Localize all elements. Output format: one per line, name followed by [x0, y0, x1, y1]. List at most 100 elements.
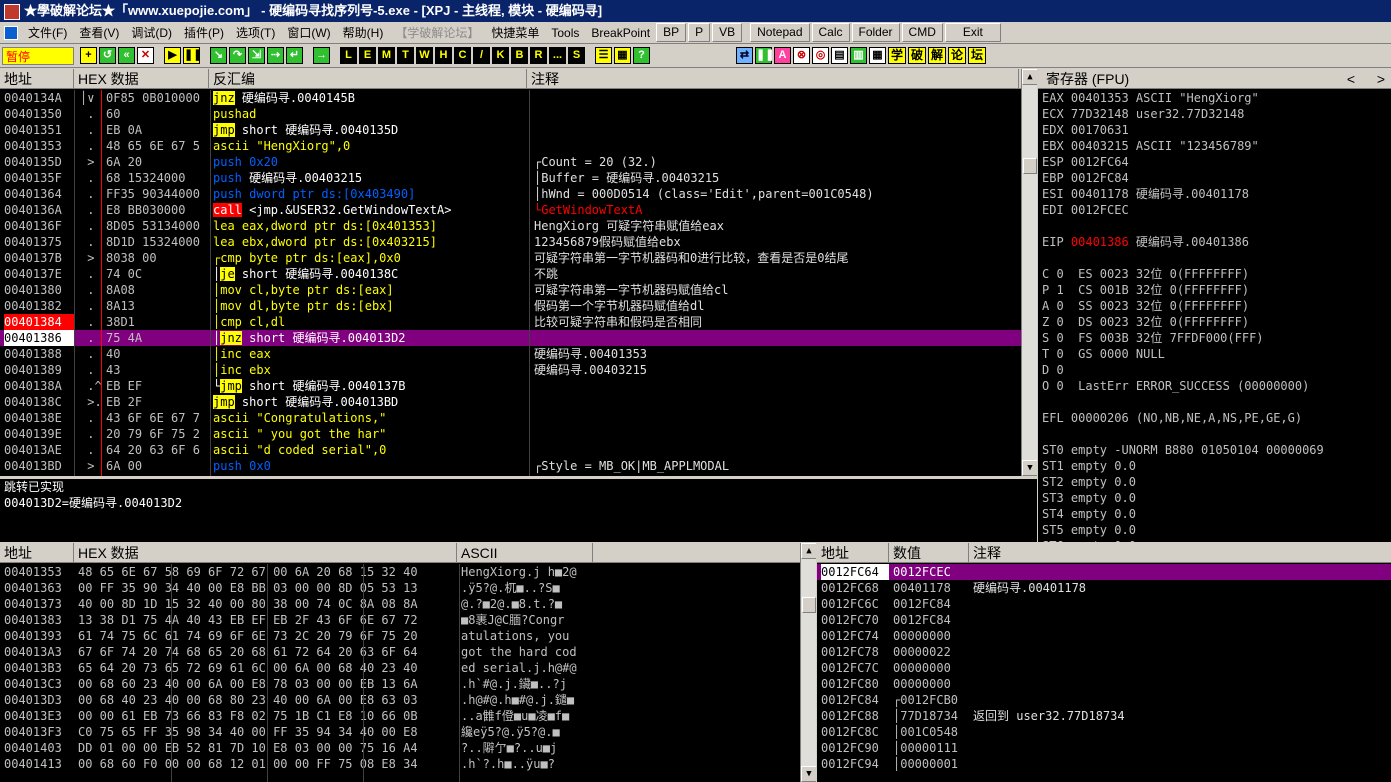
stack-row[interactable]: 0012FC80 00000000 — [817, 676, 1391, 692]
disasm-instruction[interactable]: │jnz short 硬编码寻.004013D2 — [213, 330, 529, 346]
dump-address[interactable]: 004013D3 — [4, 692, 74, 708]
disasm-address[interactable]: 00401351 — [4, 122, 74, 138]
dump-ascii[interactable]: ed serial.j.h@#@ — [461, 660, 597, 676]
disasm-instruction[interactable]: call <jmp.&USER32.GetWindowTextA> — [213, 202, 529, 218]
dump-row[interactable]: 004013D3 00 68 40 23 40 00 68 80 23 40 00… — [0, 692, 800, 708]
disasm-row[interactable]: 00401388 . 40 │inc eax 硬编码寻.00401353 — [0, 346, 1021, 362]
disasm-address[interactable]: 0040138E — [4, 410, 74, 426]
disasm-instruction[interactable]: │je short 硬编码寻.0040138C — [213, 266, 529, 282]
stack-address[interactable]: 0012FC94 — [821, 756, 889, 772]
rewind-icon[interactable]: « — [118, 47, 135, 64]
prev-arrow-icon[interactable]: < — [1343, 69, 1355, 88]
disasm-instruction[interactable]: jmp short 硬编码寻.004013BD — [213, 394, 529, 410]
stack-value[interactable]: │77D18734 — [893, 708, 969, 724]
run-icon[interactable]: ▶ — [164, 47, 181, 64]
stack-address[interactable]: 0012FC90 — [821, 740, 889, 756]
stack-row[interactable]: 0012FC78 00000022 — [817, 644, 1391, 660]
stack-value[interactable]: 0012FC84 — [893, 596, 969, 612]
window-S-button[interactable]: S — [568, 47, 585, 64]
dump-address[interactable]: 004013F3 — [4, 724, 74, 740]
dump-ascii[interactable]: ..a雔f僜■u■凌■f■ — [461, 708, 597, 724]
disasm-address[interactable]: 0040135F — [4, 170, 74, 186]
menu-help[interactable]: 帮助(H) — [337, 23, 390, 43]
disasm-row[interactable]: 00401386 . 75 4A │jnz short 硬编码寻.004013D2 — [0, 330, 1021, 346]
stop-icon[interactable]: ⊗ — [793, 47, 810, 64]
dump-scroll-down-icon[interactable]: ▼ — [801, 766, 816, 782]
stack-col-value[interactable]: 数值 — [889, 543, 969, 562]
disasm-address[interactable]: 0040136F — [4, 218, 74, 234]
dump-col-address[interactable]: 地址 — [0, 543, 74, 562]
menu-shortcut[interactable]: 快捷菜单 — [485, 23, 545, 43]
dump-row[interactable]: 004013C3 00 68 60 23 40 00 6A 00 E8 78 03… — [0, 676, 800, 692]
stack-address[interactable]: 0012FC78 — [821, 644, 889, 660]
disasm-address[interactable]: 00401389 — [4, 362, 74, 378]
dump-ascii[interactable]: atulations, you — [461, 628, 597, 644]
memory-icon[interactable]: ▥ — [850, 47, 867, 64]
scroll-down-icon[interactable]: ▼ — [1022, 460, 1037, 476]
dump-hex[interactable]: 00 68 60 F0 00 00 68 12 01 00 00 FF 75 0… — [78, 756, 458, 772]
dump-address[interactable]: 00401383 — [4, 612, 74, 628]
stack-row[interactable]: 0012FC94 │00000001 — [817, 756, 1391, 772]
dump-scroll-up-icon[interactable]: ▲ — [801, 543, 816, 559]
disasm-row[interactable]: 0040138C >. EB 2F jmp short 硬编码寻.004013BD — [0, 394, 1021, 410]
notepad-button[interactable]: Notepad — [750, 23, 810, 42]
dump-row[interactable]: 00401413 00 68 60 F0 00 00 68 12 01 00 00… — [0, 756, 800, 772]
stack-value[interactable]: 00000000 — [893, 628, 969, 644]
dump-row[interactable]: 00401363 00 FF 35 90 34 40 00 E8 BB 03 00… — [0, 580, 800, 596]
dump-address[interactable]: 004013E3 — [4, 708, 74, 724]
dump-col-hex[interactable]: HEX 数据 — [74, 543, 457, 562]
disasm-row[interactable]: 0040138A .^ EB EF └jmp short 硬编码寻.0040137B — [0, 378, 1021, 394]
dump-row[interactable]: 00401393 61 74 75 6C 61 74 69 6F 6E 73 2C… — [0, 628, 800, 644]
dump-ascii[interactable]: got the hard cod — [461, 644, 597, 660]
disasm-instruction[interactable]: │mov dl,byte ptr ds:[ebx] — [213, 298, 529, 314]
dump-row[interactable]: 004013F3 C0 75 65 FF 35 98 34 40 00 FF 35… — [0, 724, 800, 740]
col-hex[interactable]: HEX 数据 — [74, 69, 209, 88]
disasm-address[interactable]: 0040137B — [4, 250, 74, 266]
disasm-instruction[interactable]: │mov cl,byte ptr ds:[eax] — [213, 282, 529, 298]
disasm-address[interactable]: 00401384 — [4, 314, 74, 330]
stack-row[interactable]: 0012FC7C 00000000 — [817, 660, 1391, 676]
dump-address[interactable]: 004013B3 — [4, 660, 74, 676]
dump-address[interactable]: 00401393 — [4, 628, 74, 644]
target-icon[interactable]: ◎ — [812, 47, 829, 64]
po-button[interactable]: 破 — [908, 47, 926, 64]
bp-button[interactable]: BP — [656, 23, 687, 42]
disasm-instruction[interactable]: push 硬编码寻.00403215 — [213, 170, 529, 186]
dump-ascii[interactable]: .h`#@.j.鑶■..?j — [461, 676, 597, 692]
dump-hex[interactable]: 13 38 D1 75 4A 40 43 EB EF EB 2F 43 6F 6… — [78, 612, 458, 628]
stack-row[interactable]: 0012FC70 0012FC84 — [817, 612, 1391, 628]
dump-hex[interactable]: 65 64 20 73 65 72 69 61 6C 00 6A 00 68 4… — [78, 660, 458, 676]
execute-till-return-icon[interactable]: ↵ — [286, 47, 303, 64]
dump-address[interactable]: 00401353 — [4, 564, 74, 580]
stack-row[interactable]: 0012FC68 00401178 硬编码寻.00401178 — [817, 580, 1391, 596]
window-W-button[interactable]: W — [416, 47, 433, 64]
disasm-row[interactable]: 0040135D >6A 20 push 0x20 ┌Count = 20 (32.… — [0, 154, 1021, 170]
stack-row[interactable]: 0012FC74 00000000 — [817, 628, 1391, 644]
cmd-button[interactable]: CMD — [901, 23, 943, 42]
stack-address[interactable]: 0012FC74 — [821, 628, 889, 644]
dump-hex[interactable]: 00 FF 35 90 34 40 00 E8 BB 03 00 00 8D 0… — [78, 580, 458, 596]
disasm-row[interactable]: 00401350 . 60 pushad — [0, 106, 1021, 122]
window-T-button[interactable]: T — [397, 47, 414, 64]
stack-address[interactable]: 0012FC68 — [821, 580, 889, 596]
stack-value[interactable]: 00401178 — [893, 580, 969, 596]
disasm-row[interactable]: 0040139E . 20 79 6F 75 2 ascii " you got t… — [0, 426, 1021, 442]
dump-address[interactable]: 00401363 — [4, 580, 74, 596]
menu-debug[interactable]: 调试(D) — [125, 23, 178, 43]
disasm-row[interactable]: 00401389 . 43 │inc ebx 硬编码寻.00403215 — [0, 362, 1021, 378]
dump-row[interactable]: 00401403 DD 01 00 00 EB 52 81 7D 10 E8 03… — [0, 740, 800, 756]
folder-button[interactable]: Folder — [851, 23, 900, 42]
stack-address[interactable]: 0012FC8C — [821, 724, 889, 740]
lun-button[interactable]: 论 — [948, 47, 966, 64]
menu-options[interactable]: 选项(T) — [230, 23, 281, 43]
dump-hex[interactable]: 00 00 61 EB 73 66 83 F8 02 75 1B C1 E8 1… — [78, 708, 458, 724]
window-H-button[interactable]: H — [435, 47, 452, 64]
disasm-instruction[interactable]: ┌cmp byte ptr ds:[eax],0x0 — [213, 250, 529, 266]
disasm-instruction[interactable]: └jmp short 硬编码寻.0040137B — [213, 378, 529, 394]
disasm-row[interactable]: 00401351 . EB 0A jmp short 硬编码寻.0040135D — [0, 122, 1021, 138]
dump-row[interactable]: 004013B3 65 64 20 73 65 72 69 61 6C 00 6A… — [0, 660, 800, 676]
disasm-row[interactable]: 00401380 . 8A08 │mov cl,byte ptr ds:[eax] 可… — [0, 282, 1021, 298]
window-L-button[interactable]: L — [340, 47, 357, 64]
eip-value[interactable]: 00401386 — [1071, 235, 1129, 249]
goto-icon[interactable]: → — [313, 47, 330, 64]
